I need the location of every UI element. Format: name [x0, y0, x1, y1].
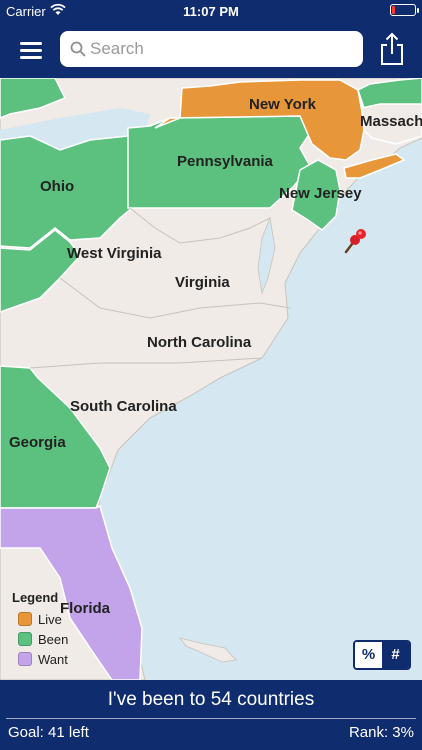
map-label-georgia: Georgia — [9, 434, 66, 451]
nav-bar — [0, 22, 422, 78]
legend: Legend Live Been Want — [12, 590, 68, 669]
map-label-massachusetts: Massach — [360, 113, 422, 130]
percent-toggle-button[interactable]: % — [355, 642, 382, 668]
search-input[interactable] — [90, 31, 352, 67]
count-toggle-button[interactable]: # — [382, 642, 409, 668]
search-box[interactable] — [60, 31, 363, 67]
footer-divider — [6, 718, 416, 719]
legend-swatch-want — [18, 652, 32, 666]
clock: 11:07 PM — [183, 4, 239, 19]
map-label-west-virginia: West Virginia — [67, 245, 162, 262]
legend-label-live: Live — [38, 611, 62, 627]
search-icon — [70, 41, 86, 62]
share-icon[interactable] — [378, 32, 406, 66]
map-label-north-carolina: North Carolina — [147, 334, 252, 351]
map-label-new-york: New York — [249, 96, 316, 113]
map-label-south-carolina: South Carolina — [70, 398, 177, 415]
rank-text: Rank: 3% — [348, 724, 414, 741]
legend-label-been: Been — [38, 631, 69, 647]
legend-label-want: Want — [38, 651, 68, 667]
display-mode-toggle[interactable]: % # — [353, 640, 411, 670]
countries-visited-headline: I've been to 54 countries — [107, 689, 315, 710]
stats-footer: I've been to 54 countries Goal: 41 left … — [0, 680, 422, 750]
legend-item-been: Been — [12, 629, 68, 649]
battery-icon — [390, 4, 419, 16]
goal-text: Goal: 41 left — [8, 724, 89, 741]
legend-title: Legend — [12, 590, 59, 605]
legend-swatch-live — [18, 612, 32, 626]
legend-swatch-been — [18, 632, 32, 646]
legend-item-want: Want — [12, 649, 68, 669]
map-label-pennsylvania: Pennsylvania — [177, 153, 273, 170]
legend-item-live: Live — [12, 609, 68, 629]
map-label-virginia: Virginia — [175, 274, 230, 291]
map-label-new-jersey: New Jersey — [279, 185, 362, 202]
hamburger-menu-icon[interactable] — [20, 42, 42, 60]
status-bar: Carrier 11:07 PM — [0, 0, 422, 22]
map-label-ohio: Ohio — [40, 178, 75, 195]
